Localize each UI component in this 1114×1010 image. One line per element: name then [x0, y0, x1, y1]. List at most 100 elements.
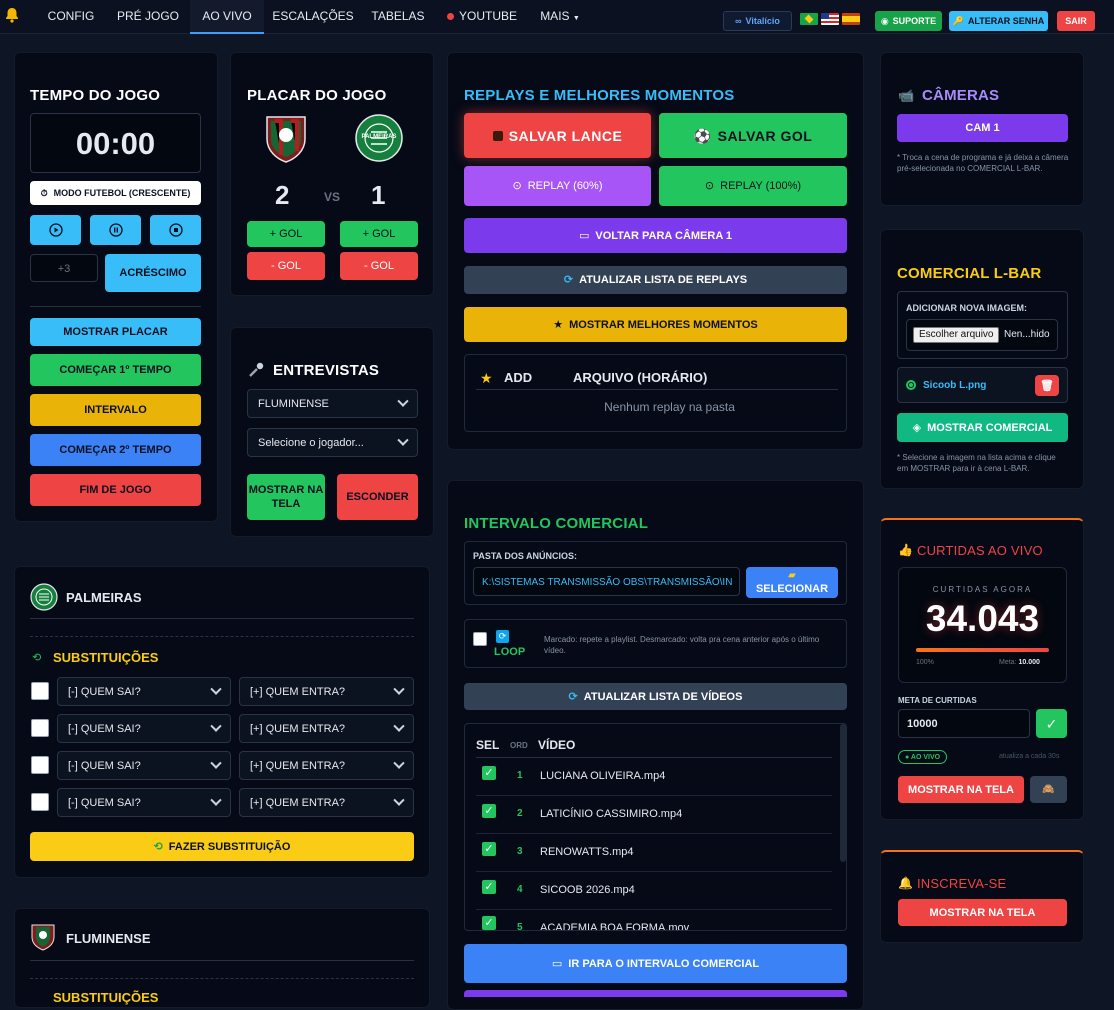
cam1-button[interactable]: CAM 1 — [897, 114, 1068, 142]
sub-sai-select-1[interactable]: [-] QUEM SAI? — [57, 677, 231, 706]
sub-checkbox-2[interactable] — [31, 719, 49, 737]
video-row[interactable]: ✓ 1 LUCIANA OLIVEIRA.mp4 — [476, 758, 832, 796]
comecar-2-tempo-button[interactable]: COMEÇAR 2º TEMPO — [30, 434, 201, 466]
replay-100-button[interactable]: ⊙ REPLAY (100%) — [659, 166, 847, 206]
nav-config[interactable]: CONFIG — [40, 0, 102, 34]
curtidas-hide-button[interactable]: 🙈 — [1030, 776, 1067, 803]
home-add-goal-button[interactable]: + GOL — [247, 221, 325, 247]
inscreva-show-button[interactable]: MOSTRAR NA TELA — [898, 899, 1067, 926]
placar-title: PLACAR DO JOGO — [247, 87, 387, 104]
sub-sai-select-2[interactable]: [-] QUEM SAI? — [57, 714, 231, 743]
play-circle-icon: ⊙ — [704, 180, 715, 192]
video-checkbox[interactable]: ✓ — [482, 842, 496, 856]
video-name: ACADEMIA BOA FORMA.mov — [540, 922, 690, 930]
acrescimo-input[interactable]: +3 — [30, 254, 98, 282]
lbar-title: COMERCIAL L-BAR — [897, 265, 1042, 282]
delete-trash-button[interactable]: 🗑 — [1035, 375, 1059, 396]
sub-checkbox-3[interactable] — [31, 756, 49, 774]
refresh-icon: ⟳ — [563, 274, 574, 286]
curtidas-show-button[interactable]: MOSTRAR NA TELA — [898, 776, 1024, 803]
atualizar-replays-button[interactable]: ⟳ ATUALIZAR LISTA DE REPLAYS — [464, 266, 847, 294]
atualizar-videos-button[interactable]: ⟳ ATUALIZAR LISTA DE VÍDEOS — [464, 683, 847, 710]
video-ord: 4 — [517, 884, 523, 895]
entrevistas-team-select[interactable]: FLUMINENSE — [247, 389, 418, 418]
salvar-gol-button[interactable]: ⚽ SALVAR GOL — [659, 113, 847, 158]
nav-youtube-label: YOUTUBE — [458, 9, 517, 23]
loop-checkbox[interactable] — [473, 632, 487, 646]
acrescimo-button[interactable]: ACRÉSCIMO — [105, 254, 201, 292]
fim-de-jogo-button[interactable]: FIM DE JOGO — [30, 474, 201, 506]
videos-scrollbar[interactable] — [840, 724, 846, 862]
sub-checkbox-1[interactable] — [31, 682, 49, 700]
play-button[interactable] — [30, 215, 81, 245]
video-row[interactable]: ✓ 2 LATICÍNIO CASSIMIRO.mp4 — [476, 796, 832, 834]
sub-sai-select-4[interactable]: [-] QUEM SAI? — [57, 788, 231, 817]
choose-file-button[interactable]: Escolher arquivo — [913, 327, 1000, 343]
away-add-goal-button[interactable]: + GOL — [340, 221, 418, 247]
mostrar-placar-button[interactable]: MOSTRAR PLACAR — [30, 318, 201, 346]
video-row[interactable]: ✓ 3 RENOWATTS.mp4 — [476, 834, 832, 872]
video-row[interactable]: ✓ 4 SICOOB 2026.mp4 — [476, 872, 832, 910]
voltar-label: VOLTAR PARA CÂMERA 1 — [595, 229, 733, 242]
flag-usa-icon[interactable] — [821, 13, 839, 25]
video-checkbox[interactable]: ✓ — [482, 880, 496, 894]
entrevistas-show-button[interactable]: MOSTRAR NA TELA — [247, 474, 325, 520]
lbar-radio[interactable] — [906, 380, 916, 390]
sub-sai-select-3[interactable]: [-] QUEM SAI? — [57, 751, 231, 780]
flag-spain-icon[interactable] — [842, 13, 860, 25]
lbar-add-label: ADICIONAR NOVA IMAGEM: — [906, 303, 1027, 313]
nav-pre-jogo[interactable]: PRÉ JOGO — [112, 0, 184, 34]
nav-ao-vivo[interactable]: AO VIVO — [190, 0, 264, 34]
flag-brazil-icon[interactable] — [800, 13, 818, 25]
meta-confirm-button[interactable]: ✓ — [1036, 709, 1067, 738]
suporte-button[interactable]: ◉ SUPORTE — [875, 11, 942, 31]
video-checkbox[interactable]: ✓ — [482, 804, 496, 818]
stop-button[interactable] — [150, 215, 201, 245]
nav-youtube[interactable]: YOUTUBE — [442, 0, 522, 34]
plan-badge[interactable]: ∞ Vitalício — [723, 11, 792, 31]
star-icon: ★ — [553, 318, 564, 331]
meta-input[interactable]: 10000 — [898, 709, 1030, 738]
sai-label: [-] QUEM SAI? — [68, 796, 141, 809]
sair-button[interactable]: SAIR — [1057, 11, 1095, 31]
live-dot-icon — [446, 13, 454, 21]
chevron-down-icon — [393, 720, 405, 732]
sub-entra-select-1[interactable]: [+] QUEM ENTRA? — [239, 677, 414, 706]
salvar-lance-button[interactable]: SALVAR LANCE — [464, 113, 651, 158]
comecar-1-tempo-button[interactable]: COMEÇAR 1º TEMPO — [30, 354, 201, 386]
nav-tabelas[interactable]: TABELAS — [366, 0, 430, 34]
sub-entra-select-2[interactable]: [+] QUEM ENTRA? — [239, 714, 414, 743]
entrevistas-player-select[interactable]: Selecione o jogador... — [247, 428, 418, 457]
curtidas-caption: CURTIDAS AGORA — [932, 585, 1033, 594]
sub-entra-select-4[interactable]: [+] QUEM ENTRA? — [239, 788, 414, 817]
next-purple-button[interactable] — [464, 990, 847, 997]
home-remove-goal-button[interactable]: - GOL — [247, 252, 325, 280]
selecionar-button[interactable]: ▰ SELECIONAR — [746, 567, 838, 598]
palmeiras-subs-title: SUBSTITUIÇÕES — [53, 650, 159, 665]
nav-escalacoes[interactable]: ESCALAÇÕES — [272, 0, 354, 34]
modo-futebol-button[interactable]: ⏱ MODO FUTEBOL (CRESCENTE) — [30, 181, 201, 205]
pasta-path-input[interactable]: K:\SISTEMAS TRANSMISSÃO OBS\TRANSMISSÃO\… — [473, 567, 740, 596]
bell-icon[interactable] — [4, 7, 22, 25]
intervalo-button[interactable]: INTERVALO — [30, 394, 201, 426]
sub-entra-select-3[interactable]: [+] QUEM ENTRA? — [239, 751, 414, 780]
pause-button[interactable] — [90, 215, 141, 245]
fazer-substituicao-button[interactable]: ⟲ FAZER SUBSTITUIÇÃO — [30, 832, 414, 861]
chevron-down-icon — [397, 395, 409, 407]
sub-checkbox-4[interactable] — [31, 793, 49, 811]
entrevistas-hide-button[interactable]: ESCONDER — [337, 474, 418, 520]
check-icon: ✓ — [1045, 715, 1058, 732]
alterar-senha-button[interactable]: 🔑 ALTERAR SENHA — [949, 11, 1048, 31]
replay-60-button[interactable]: ⊙ REPLAY (60%) — [464, 166, 651, 206]
video-row[interactable]: ✓ 5 ACADEMIA BOA FORMA.mov — [476, 910, 832, 930]
away-remove-goal-button[interactable]: - GOL — [340, 252, 418, 280]
ir-intervalo-button[interactable]: ▭ IR PARA O INTERVALO COMERCIAL — [464, 944, 847, 983]
melhores-momentos-button[interactable]: ★ MOSTRAR MELHORES MOMENTOS — [464, 307, 847, 342]
atualizar-replays-label: ATUALIZAR LISTA DE REPLAYS — [579, 274, 748, 286]
video-checkbox[interactable]: ✓ — [482, 916, 496, 930]
mostrar-comercial-label: MOSTRAR COMERCIAL — [927, 421, 1053, 434]
nav-mais[interactable]: MAIS ▼ — [534, 0, 586, 34]
voltar-camera-button[interactable]: ▭ VOLTAR PARA CÂMERA 1 — [464, 218, 847, 253]
video-checkbox[interactable]: ✓ — [482, 766, 496, 780]
mostrar-comercial-button[interactable]: ◈ MOSTRAR COMERCIAL — [897, 413, 1068, 442]
